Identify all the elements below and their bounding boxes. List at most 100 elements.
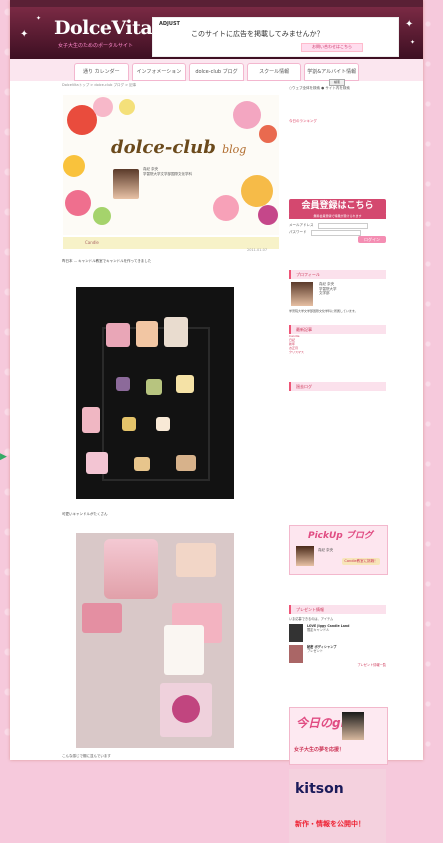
- post-body-text: 昨日本 ... キャンドル教室でキャンドルを作ってきました: [62, 259, 152, 263]
- sidebar-top: 今日のランキング: [289, 95, 386, 124]
- post-category[interactable]: Candle: [85, 240, 99, 245]
- candle-shelf-photo[interactable]: [76, 287, 234, 499]
- candle-image: [82, 407, 100, 433]
- kitson-subtitle: 新作・情報を公開中！: [295, 820, 365, 828]
- candle-image: [106, 323, 130, 347]
- candle-image: [86, 452, 108, 474]
- blogger-school: 学習院大学文学部国際文化学科: [143, 171, 192, 176]
- register-button[interactable]: 会員登録はこちら: [289, 199, 386, 215]
- candle-image: [164, 317, 188, 347]
- candle-image: [116, 377, 130, 391]
- candle-image: [82, 603, 122, 633]
- present-more-link[interactable]: プレゼント情報一覧: [289, 663, 386, 667]
- gift-details: 秘密 ボディシャンプ プレゼント: [307, 645, 336, 663]
- post-footer-text: こんな感じで棚に並んでいます: [62, 754, 111, 758]
- sparkle-icon: ✦: [410, 39, 416, 46]
- flower-decoration: [65, 190, 91, 216]
- blog-title-suffix: blog: [222, 143, 247, 156]
- pickup-name: 真紀 奈央: [318, 548, 334, 552]
- candle-image: [134, 457, 150, 471]
- ad-text: このサイトに広告を掲載してみませんか？: [191, 30, 324, 38]
- blog-banner: dolce-club blog 真紀 奈央 学習院大学文学部国際文化学科: [63, 95, 279, 235]
- nav-blog[interactable]: dolce-club ブログ: [189, 63, 244, 81]
- search-area: 検索 ○ウェブ全体を検索 ● サイト内を検索: [289, 79, 385, 95]
- password-label: パスワード: [289, 230, 307, 234]
- kitson-logo: kitson: [295, 781, 344, 797]
- profile-details: 真紀 奈央 学習院大学 文学部: [319, 282, 337, 296]
- pickup-title: PickUp ブログ: [308, 531, 373, 541]
- blog-title-text: dolce-club: [111, 137, 216, 158]
- present-intro: いま応募できるのは、アイテム: [289, 617, 334, 621]
- pickup-blog-box[interactable]: PickUp ブログ 真紀 奈央 Candle教室に挑戦！: [289, 525, 388, 575]
- nav-calendar[interactable]: 通り カレンダー: [74, 63, 129, 81]
- pickup-avatar: [296, 546, 314, 566]
- blog-title[interactable]: dolce-club blog: [111, 137, 246, 158]
- login-button-row: ログイン: [289, 236, 386, 243]
- login-form: メールアドレス パスワード ログイン: [289, 222, 386, 243]
- gift-item[interactable]: 秘密 ボディシャンプ プレゼント: [289, 645, 386, 663]
- login-email-row: メールアドレス: [289, 222, 386, 229]
- candle-image: [146, 379, 162, 395]
- candle-image: [122, 417, 136, 431]
- gift-text: プレゼント: [307, 649, 323, 653]
- flower-decoration: [213, 195, 239, 221]
- profile-heading: プロフィール: [289, 270, 386, 279]
- present-heading: プレゼント情報: [289, 605, 386, 614]
- gift-image: [289, 624, 303, 642]
- email-label: メールアドレス: [289, 223, 314, 227]
- heart-candle-image: [172, 695, 200, 723]
- site-logo-subtitle: 女子大生のためのポータルサイト: [58, 43, 134, 49]
- today-girl-banner[interactable]: 今日のgirl 女子大生の夢を応援！: [289, 707, 388, 765]
- recent-posts: 最新記事 Candle 日記 新年 お正月 クリスマス 過去ログ: [289, 323, 386, 391]
- candle-closeup-photo[interactable]: [76, 533, 234, 748]
- flower-decoration: [119, 99, 135, 115]
- recent-heading: 最新記事: [289, 325, 386, 334]
- kitson-banner[interactable]: kitson 新作・情報を公開中！: [289, 769, 386, 843]
- gift-item[interactable]: LOVE Jiggy Candle Land 限定キャンドル: [289, 624, 386, 642]
- search-button[interactable]: 検索: [329, 79, 345, 86]
- scroll-arrow-icon: ▶: [0, 452, 7, 462]
- site-logo[interactable]: DolceVita: [54, 17, 153, 39]
- blogger-info: 真紀 奈央 学習院大学文学部国際文化学科: [143, 167, 229, 176]
- candle-image: [164, 625, 204, 675]
- profile-description: 学習院大学文学部国際文化学科に所属しています。: [289, 309, 358, 313]
- ad-tag: ADJUST: [159, 21, 180, 27]
- sparkle-icon: ✦: [405, 19, 414, 30]
- gift-text: 限定キャンドル: [307, 628, 330, 632]
- login-button[interactable]: ログイン: [358, 236, 386, 243]
- recent-item[interactable]: クリスマス: [289, 350, 386, 354]
- girl-photo: [342, 712, 364, 740]
- site-header: ✦ ✦ ✦ ✦ DolceVita 女子大生のためのポータルサイト ADJUST…: [10, 7, 423, 59]
- email-field[interactable]: [317, 222, 368, 229]
- flower-decoration: [63, 155, 85, 177]
- candle-image: [176, 543, 216, 577]
- present-section: プレゼント情報 いま応募できるのは、アイテム LOVE Jiggy Candle…: [289, 603, 386, 667]
- candle-image: [176, 455, 196, 471]
- login-password-row: パスワード: [289, 229, 386, 236]
- breadcrumb[interactable]: DolceVitaトップ > dolce-club ブログ > 記事: [62, 83, 136, 88]
- flower-decoration: [241, 175, 273, 207]
- main-nav: 通り カレンダー インフォメーション dolce-club ブログ スクール情報…: [10, 59, 423, 81]
- post-body-text-2: 可愛いキャンドルがたくさん: [62, 512, 108, 516]
- recent-list: Candle 日記 新年 お正月 クリスマス: [289, 334, 386, 354]
- profile-avatar: [291, 282, 313, 306]
- ranking-label[interactable]: 今日のランキング: [289, 119, 386, 124]
- girl-subtitle: 女子大生の夢を応援！: [294, 747, 345, 753]
- post-date: 2011.01.07: [247, 248, 268, 252]
- nav-information[interactable]: インフォメーション: [131, 63, 187, 81]
- flower-decoration: [93, 207, 111, 225]
- pickup-button[interactable]: Candle教室に挑戦！: [342, 558, 380, 565]
- gift-image: [289, 645, 303, 663]
- archive-heading: 過去ログ: [289, 382, 386, 391]
- flower-decoration: [233, 101, 261, 129]
- search-options[interactable]: ○ウェブ全体を検索 ● サイト内を検索: [289, 86, 350, 91]
- flower-decoration: [258, 205, 278, 225]
- ad-contact-button[interactable]: お問い合わせはこちら: [301, 43, 363, 52]
- sparkle-icon: ✦: [36, 15, 42, 22]
- gift-details: LOVE Jiggy Candle Land 限定キャンドル: [307, 624, 349, 642]
- flower-decoration: [93, 97, 113, 117]
- profile-name: 真紀 奈央: [319, 282, 335, 286]
- profile-section: プロフィール 真紀 奈央 学習院大学 文学部 学習院大学文学部国際文化学科に所属…: [289, 268, 386, 391]
- password-field[interactable]: [310, 229, 361, 236]
- ad-banner[interactable]: ADJUST このサイトに広告を掲載してみませんか？ お問い合わせはこちら: [152, 17, 399, 57]
